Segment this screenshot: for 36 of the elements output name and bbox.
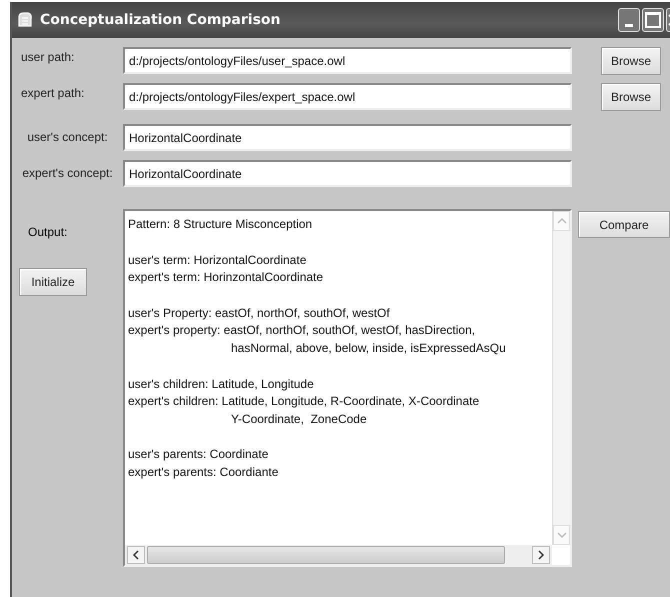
minimize-button[interactable] — [618, 8, 640, 32]
output-line: expert's parents: Coordiante — [128, 464, 280, 481]
caret-down-icon — [556, 531, 566, 539]
field-label: user's concept: — [26, 130, 109, 144]
output-line: Y-Coordinate, ZoneCode — [230, 410, 368, 428]
output-line: expert's term: HorinzontalCoordinate — [128, 269, 324, 286]
output-line: expert's property: eastOf, northOf, southOf, westOf, hasDirection, — [128, 322, 476, 340]
output-line: hasNormal, above, below, inside, isExpressedAsQu — [230, 340, 507, 357]
field-label: user path: — [20, 50, 76, 64]
compare-button[interactable]: Compare — [578, 211, 670, 238]
input-field[interactable]: HorizontalCoordinate — [123, 160, 572, 186]
browse-button[interactable]: Browse — [601, 47, 661, 75]
scroll-left-button[interactable] — [127, 546, 145, 564]
field-label: expert path: — [20, 86, 86, 100]
scroll-right-button[interactable] — [532, 546, 550, 564]
output-line: user's children: Latitude, Longitude — [128, 376, 315, 393]
app-icon — [16, 11, 34, 29]
output-line: expert's children: Latitude, Longitude, R-Coordinate, X-Coordinate — [128, 393, 480, 410]
scroll-thumb[interactable] — [147, 546, 505, 564]
field-label: expert's concept: — [21, 166, 114, 180]
input-field[interactable]: d:/projects/ontologyFiles/user_space.owl — [123, 46, 572, 74]
initialize-button[interactable]: Initialize — [19, 268, 87, 296]
horizontal-scrollbar[interactable] — [125, 545, 552, 565]
caret-up-icon — [556, 217, 566, 225]
input-field[interactable]: HorizontalCoordinate — [123, 124, 572, 150]
output-line: user's Property: eastOf, northOf, southOf, westOf — [128, 304, 391, 322]
input-field[interactable]: d:/projects/ontologyFiles/expert_space.owl — [123, 82, 572, 110]
maximize-button[interactable] — [642, 8, 664, 32]
caret-left-icon — [132, 550, 140, 560]
caret-right-icon — [537, 550, 545, 560]
output-line: user's parents: Coordinate — [128, 446, 270, 464]
window-title: Conceptualization Comparison — [40, 12, 282, 28]
browse-button[interactable]: Browse — [601, 83, 661, 111]
output-line: Pattern: 8 Structure Misconception — [128, 216, 314, 233]
output-label: Output: — [28, 225, 68, 239]
output-line: user's term: HorizontalCoordinate — [128, 252, 308, 269]
